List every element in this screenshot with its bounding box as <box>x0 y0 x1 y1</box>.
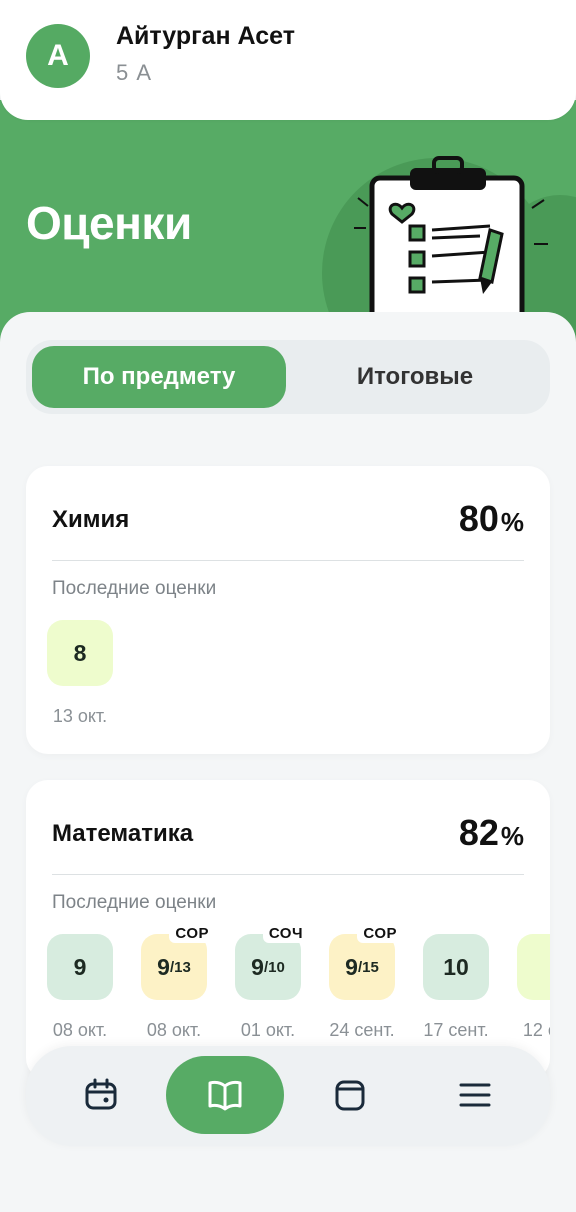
student-header[interactable]: А Айтурган Асет 5 А <box>0 0 576 120</box>
grade-badge: СОР <box>169 924 215 943</box>
grade-value: 9 <box>73 953 87 980</box>
grade-tile[interactable]: 8 <box>47 620 113 686</box>
subject-name: Математика <box>52 820 194 847</box>
grade-item: 9/10 СОЧ 01 окт. <box>234 924 309 1041</box>
grade-date: 13 окт. <box>52 706 108 726</box>
grade-item: 9 08 окт. <box>46 934 114 1041</box>
grade-value: 10 <box>443 953 469 980</box>
nav-calendar[interactable] <box>66 1060 136 1130</box>
grade-item: 9/15 СОР 24 сент. <box>328 924 403 1041</box>
tab-by-subject[interactable]: По предмету <box>32 346 286 408</box>
grade-max: /15 <box>357 958 379 976</box>
divider <box>52 560 524 561</box>
grade-item: 10 17 сент. <box>422 934 490 1041</box>
grade-item: 9/13 СОР 08 окт. <box>140 924 215 1041</box>
grade-tile[interactable]: 10 <box>423 934 489 1000</box>
tab-switch: По предмету Итоговые <box>26 340 550 414</box>
student-class: 5 А <box>116 60 153 85</box>
card-icon <box>335 1080 365 1111</box>
student-name: Айтурган Асет <box>116 22 295 50</box>
grade-date: 17 сент. <box>423 1020 489 1040</box>
subject-card-math[interactable]: Математика 82% Последние оценки 9 08 окт… <box>26 780 550 1080</box>
grade-date: 08 окт. <box>146 1020 202 1040</box>
nav-grades[interactable] <box>166 1056 284 1134</box>
grade-date: 12 окт. <box>522 1020 550 1040</box>
calendar-icon <box>85 1078 117 1110</box>
subject-card-chemistry[interactable]: Химия 80% Последние оценки 8 13 окт. <box>26 466 550 754</box>
grade-max: /10 <box>263 958 285 976</box>
grade-date: 01 окт. <box>240 1020 296 1040</box>
subject-name: Химия <box>52 506 130 533</box>
grade-badge: СОЧ <box>262 924 309 943</box>
grade-item: 8 13 окт. <box>46 620 114 727</box>
grade-tile[interactable]: 9/15 СОР <box>329 924 403 1000</box>
bottom-nav <box>26 1046 550 1146</box>
grade-value: 9 <box>251 953 264 980</box>
grade-date: 08 окт. <box>52 1020 108 1040</box>
nav-menu[interactable] <box>440 1060 510 1130</box>
book-icon <box>208 1080 242 1111</box>
grade-value: 9 <box>157 953 170 980</box>
tab-final-grades[interactable]: Итоговые <box>288 346 542 408</box>
grade-value: 9 <box>345 953 358 980</box>
subject-percent: 82% <box>458 812 524 853</box>
grade-tile[interactable] <box>517 934 550 1000</box>
recent-grades-label: Последние оценки <box>52 578 217 599</box>
grade-tile[interactable]: 9/13 СОР <box>141 924 215 1000</box>
grade-value: 8 <box>73 639 87 666</box>
grades-row: 9 08 окт. 9/13 СОР 08 окт. 9/10 СОЧ 01 окт… <box>46 924 550 1041</box>
nav-cards[interactable] <box>315 1060 385 1130</box>
grade-tile[interactable]: 9 <box>47 934 113 1000</box>
avatar: А <box>26 24 90 88</box>
grade-date: 24 сент. <box>329 1020 395 1040</box>
menu-icon <box>459 1083 491 1107</box>
grade-max: /13 <box>169 958 191 976</box>
page-title: Оценки <box>26 197 192 249</box>
grades-row: 8 13 окт. <box>46 620 114 727</box>
grade-badge: СОР <box>357 924 403 943</box>
grade-tile[interactable]: 9/10 СОЧ <box>235 924 309 1000</box>
subject-percent: 80% <box>458 498 524 539</box>
recent-grades-label: Последние оценки <box>52 892 217 913</box>
divider <box>52 874 524 875</box>
grade-item: 12 окт. <box>516 934 550 1041</box>
